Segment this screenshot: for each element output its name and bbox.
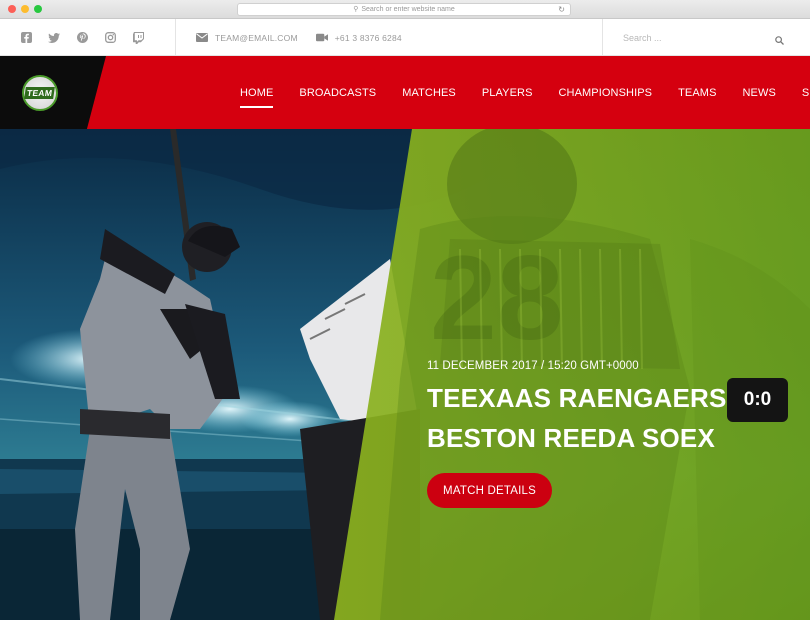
match-details-button[interactable]: MATCH DETAILS	[427, 473, 552, 508]
nav-item-shop[interactable]: SHOP	[802, 87, 810, 99]
nav-item-news[interactable]: NEWS	[743, 87, 776, 99]
facebook-icon[interactable]	[20, 32, 32, 44]
contact-email[interactable]: TEAM@EMAIL.COM	[215, 33, 298, 43]
contact-info: TEAM@EMAIL.COM +61 3 8376 6284	[196, 19, 402, 56]
hero-background: 28	[0, 129, 810, 620]
minimize-window-button[interactable]	[21, 5, 29, 13]
nav-item-players[interactable]: PLAYERS	[482, 87, 533, 99]
twitch-icon[interactable]	[132, 31, 144, 44]
envelope-icon	[196, 33, 208, 43]
search-icon[interactable]	[775, 32, 784, 50]
nav-item-matches[interactable]: MATCHES	[402, 87, 456, 99]
social-links	[0, 19, 176, 56]
close-window-button[interactable]	[8, 5, 16, 13]
home-team-name: TEEXAAS RAENGAERS	[427, 383, 727, 413]
address-bar-placeholder: Search or enter website name	[361, 6, 455, 13]
away-team-name: BESTON REEDA SOEX	[427, 423, 716, 453]
logo-text: TEAM	[24, 87, 56, 99]
browser-chrome: ⚲ Search or enter website name ↻	[0, 0, 810, 19]
nav-item-championships[interactable]: CHAMPIONSHIPS	[559, 87, 653, 99]
twitter-icon[interactable]	[48, 32, 60, 44]
nav-item-teams[interactable]: TEAMS	[678, 87, 716, 99]
pinterest-icon[interactable]	[76, 32, 88, 44]
hero-slider: 28 11 DECEMBER 2017 / 15:20 GMT+0000 TEE…	[0, 129, 810, 620]
address-bar[interactable]: ⚲ Search or enter website name ↻	[237, 3, 571, 16]
site-search	[602, 19, 810, 56]
top-bar: TEAM@EMAIL.COM +61 3 8376 6284	[0, 19, 810, 56]
main-navigation: TEAM HOME BROADCASTS MATCHES PLAYERS CHA…	[0, 56, 810, 129]
maximize-window-button[interactable]	[34, 5, 42, 13]
video-camera-icon	[315, 33, 328, 43]
search-input[interactable]	[623, 32, 773, 43]
contact-phone[interactable]: +61 3 8376 6284	[335, 33, 402, 43]
nav-item-broadcasts[interactable]: BROADCASTS	[299, 87, 376, 99]
team-logo[interactable]: TEAM	[22, 75, 58, 111]
instagram-icon[interactable]	[104, 32, 116, 44]
svg-text:28: 28	[430, 231, 563, 365]
match-score: 0:0	[727, 378, 788, 422]
nav-menu: HOME BROADCASTS MATCHES PLAYERS CHAMPION…	[240, 56, 810, 129]
nav-item-home[interactable]: HOME	[240, 87, 274, 108]
search-icon: ⚲	[353, 6, 359, 13]
reload-icon[interactable]: ↻	[558, 4, 565, 16]
match-date: 11 DECEMBER 2017 / 15:20 GMT+0000	[427, 360, 639, 372]
